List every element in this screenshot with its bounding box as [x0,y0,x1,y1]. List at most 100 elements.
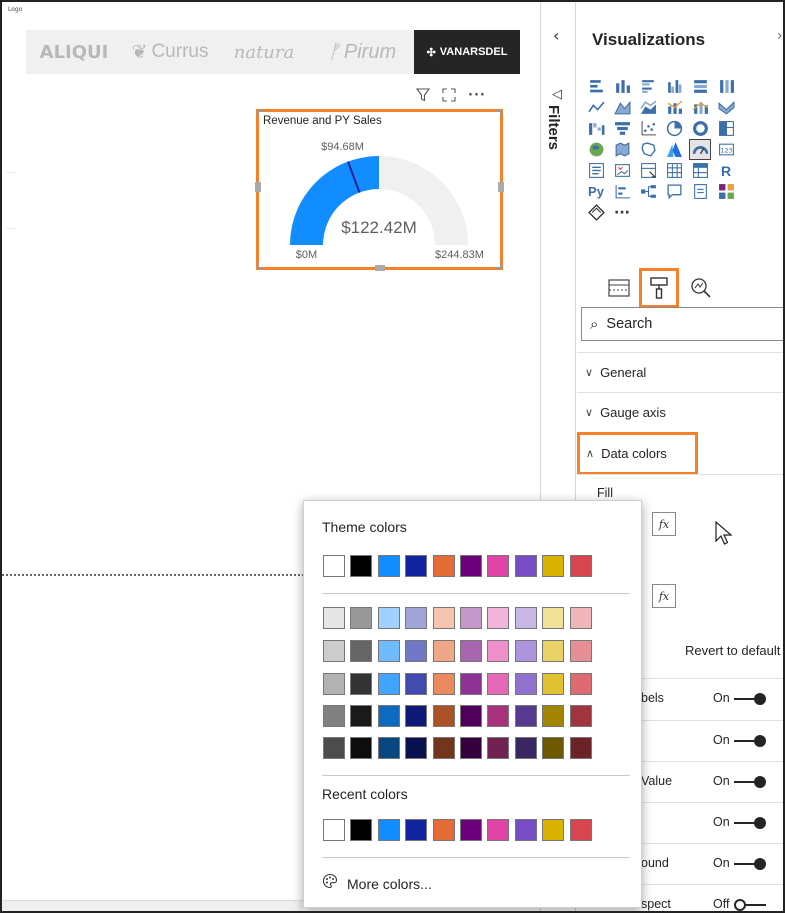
theme-color-swatch[interactable] [459,555,482,577]
recent-color-swatch[interactable] [432,819,455,841]
theme-color-swatch[interactable] [514,555,537,577]
stacked-bar-icon[interactable] [585,76,607,97]
shade-color-swatch[interactable] [542,705,565,727]
shade-color-swatch[interactable] [569,705,592,727]
fields-tab-icon[interactable] [599,268,639,308]
shade-color-swatch[interactable] [377,705,400,727]
toggle-switch[interactable] [734,735,766,747]
slicer-icon[interactable] [637,160,659,181]
theme-color-swatch[interactable] [350,555,373,577]
target-conditional-format-button[interactable]: fx [652,584,676,608]
shade-color-swatch[interactable] [514,640,537,662]
shade-color-swatch[interactable] [542,737,565,759]
clustered-bar-icon[interactable] [637,76,659,97]
shade-color-swatch[interactable] [323,640,345,662]
shade-color-swatch[interactable] [350,640,373,662]
toggle-switch[interactable] [734,858,766,870]
shade-color-swatch[interactable] [432,737,455,759]
focus-mode-icon[interactable] [442,88,456,106]
recent-color-swatch[interactable] [323,819,345,841]
shade-color-swatch[interactable] [487,640,510,662]
shade-color-swatch[interactable] [405,705,428,727]
toggle-switch[interactable] [734,817,766,829]
gauge-visual[interactable]: Revenue and PY Sales $122.42M $0M $244.8… [255,109,504,271]
shade-color-swatch[interactable] [405,640,428,662]
chevron-right-icon[interactable]: › [777,28,783,44]
stacked-column-icon[interactable] [611,76,633,97]
shade-color-swatch[interactable] [377,640,400,662]
shade-color-swatch[interactable] [542,640,565,662]
recent-color-swatch[interactable] [542,819,565,841]
shade-color-swatch[interactable] [350,673,373,695]
theme-color-swatch[interactable] [569,555,592,577]
recent-color-swatch[interactable] [487,819,510,841]
toggle-switch[interactable] [734,899,766,911]
shade-color-swatch[interactable] [432,640,455,662]
100-stacked-column-icon[interactable] [715,76,737,97]
shade-color-swatch[interactable] [350,737,373,759]
shade-color-swatch[interactable] [405,673,428,695]
recent-color-swatch[interactable] [569,819,592,841]
shade-color-swatch[interactable] [350,705,373,727]
map-icon[interactable] [585,139,607,160]
more-colors-button[interactable]: More colors... [322,873,432,894]
shade-color-swatch[interactable] [569,640,592,662]
recent-color-swatch[interactable] [405,819,428,841]
area-chart-icon[interactable] [611,97,633,118]
shade-color-swatch[interactable] [323,673,345,695]
shade-color-swatch[interactable] [459,737,482,759]
toggle-switch[interactable] [734,776,766,788]
python-visual-icon[interactable]: Py [585,181,607,202]
filled-map-icon[interactable] [611,139,633,160]
ribbon-chart-icon[interactable] [715,97,737,118]
shade-color-swatch[interactable] [542,673,565,695]
shade-color-swatch[interactable] [487,673,510,695]
qna-icon[interactable] [663,181,685,202]
theme-color-swatch[interactable] [377,555,400,577]
shade-color-swatch[interactable] [405,737,428,759]
shade-color-swatch[interactable] [323,607,345,629]
line-clustered-column-icon[interactable] [663,97,685,118]
power-apps-icon[interactable] [715,181,737,202]
100-stacked-bar-icon[interactable] [689,76,711,97]
shade-color-swatch[interactable] [377,607,400,629]
multi-row-card-icon[interactable] [585,160,607,181]
shade-color-swatch[interactable] [487,737,510,759]
shade-color-swatch[interactable] [459,607,482,629]
key-influencers-icon[interactable] [611,181,633,202]
theme-color-swatch[interactable] [432,555,455,577]
theme-color-swatch[interactable] [487,555,510,577]
shade-color-swatch[interactable] [432,705,455,727]
shade-color-swatch[interactable] [569,607,592,629]
r-script-visual-icon[interactable]: R [715,160,737,181]
shade-color-swatch[interactable] [405,607,428,629]
line-chart-icon[interactable] [585,97,607,118]
chevron-left-icon[interactable]: ‹ [553,26,559,45]
card-icon[interactable]: 123 [715,139,737,160]
shade-color-swatch[interactable] [569,673,592,695]
more-options-icon[interactable]: ··· [468,88,486,106]
theme-color-swatch[interactable] [542,555,565,577]
kpi-icon[interactable] [611,160,633,181]
matrix-icon[interactable] [689,160,711,181]
clustered-column-icon[interactable] [663,76,685,97]
shade-color-swatch[interactable] [487,607,510,629]
revert-to-default-link[interactable]: Revert to default [685,643,780,658]
gauge-icon[interactable] [689,139,711,160]
treemap-icon[interactable] [715,118,737,139]
shade-color-swatch[interactable] [459,640,482,662]
shade-color-swatch[interactable] [350,607,373,629]
recent-color-swatch[interactable] [350,819,373,841]
recent-color-swatch[interactable] [514,819,537,841]
decomposition-tree-icon[interactable] [637,181,659,202]
pie-chart-icon[interactable] [663,118,685,139]
shade-color-swatch[interactable] [542,607,565,629]
section-data-colors[interactable]: ∧ Data colors [577,432,698,475]
section-gauge-axis[interactable]: ∨ Gauge axis [577,392,783,432]
shade-color-swatch[interactable] [377,673,400,695]
shade-color-swatch[interactable] [459,705,482,727]
theme-color-swatch[interactable] [323,555,345,577]
theme-color-swatch[interactable] [405,555,428,577]
format-search-input[interactable]: ⌕ Search [581,307,783,341]
shade-color-swatch[interactable] [569,737,592,759]
